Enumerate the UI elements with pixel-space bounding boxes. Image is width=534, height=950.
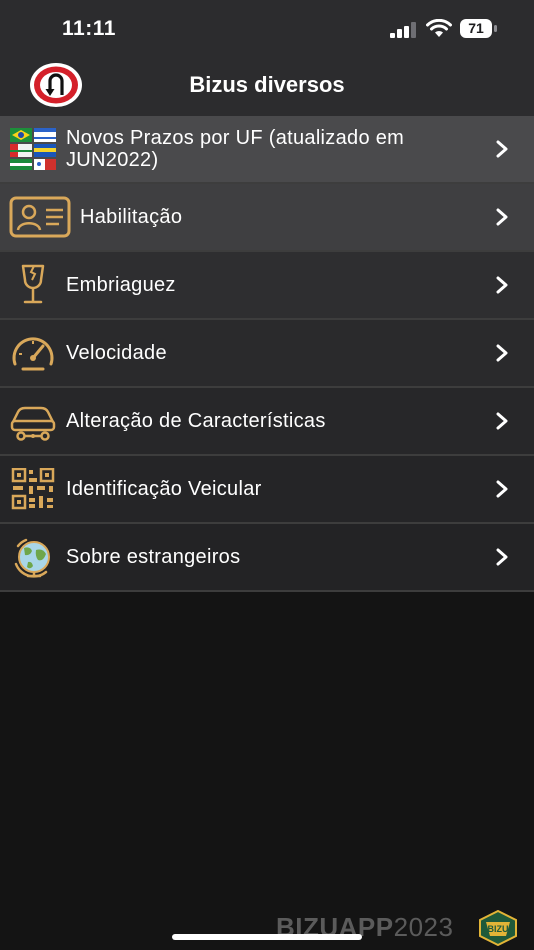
nav-header: Bizus diversos bbox=[0, 58, 534, 116]
menu-item-label: Sobre estrangeiros bbox=[66, 546, 241, 568]
menu-item-embriaguez[interactable]: Embriaguez bbox=[0, 252, 534, 320]
screen: 11:11 71 Bizus diversos Novos Prazos por… bbox=[0, 0, 534, 950]
page-title: Bizus diversos bbox=[189, 72, 345, 97]
chevron-right-icon bbox=[496, 412, 508, 430]
menu-item-identificacao-veicular[interactable]: Identificação Veicular bbox=[0, 456, 534, 524]
status-bar: 11:11 71 bbox=[0, 0, 534, 58]
battery-percent: 71 bbox=[468, 20, 484, 36]
battery-indicator: 71 bbox=[460, 19, 498, 38]
menu-item-sobre-estrangeiros[interactable]: Sobre estrangeiros bbox=[0, 524, 534, 592]
menu-item-velocidade[interactable]: Velocidade bbox=[0, 320, 534, 388]
menu-item-label-line2: JUN2022) bbox=[66, 149, 159, 171]
bizu-badge-text: BIZU bbox=[488, 924, 509, 934]
chevron-right-icon bbox=[496, 480, 508, 498]
menu-item-label: Alteração de Características bbox=[66, 410, 326, 432]
chevron-right-icon bbox=[496, 548, 508, 566]
speedometer-icon bbox=[12, 337, 54, 371]
menu-item-label-line1: Novos Prazos por UF (atualizado em bbox=[66, 127, 405, 149]
status-time: 11:11 bbox=[62, 17, 116, 40]
watermark-year: 2023 bbox=[393, 912, 454, 942]
menu-item-alteracao-caracteristicas[interactable]: Alteração de Características bbox=[0, 388, 534, 456]
menu-item-label: Embriaguez bbox=[66, 274, 176, 296]
wifi-icon bbox=[426, 19, 452, 37]
car-modification-icon bbox=[10, 406, 56, 441]
id-card-icon bbox=[9, 196, 71, 238]
chevron-right-icon bbox=[496, 140, 508, 158]
menu-item-label: Identificação Veicular bbox=[66, 478, 262, 500]
bizu-logo-icon: BIZU bbox=[479, 910, 517, 946]
chevron-right-icon bbox=[496, 344, 508, 362]
chevron-right-icon bbox=[496, 276, 508, 294]
broken-glass-icon bbox=[21, 264, 45, 304]
qr-code-icon bbox=[11, 468, 55, 510]
menu-item-habilitacao[interactable]: Habilitação bbox=[0, 184, 534, 252]
home-indicator[interactable] bbox=[172, 934, 362, 940]
menu-item-label: Velocidade bbox=[66, 342, 167, 364]
state-flags-icon bbox=[10, 128, 56, 170]
menu-item-label: Habilitação bbox=[80, 206, 183, 228]
cellular-signal-icon bbox=[390, 22, 416, 38]
menu-list: Novos Prazos por UF (atualizado em JUN20… bbox=[0, 116, 534, 592]
globe-icon bbox=[14, 538, 50, 578]
menu-item-novos-prazos[interactable]: Novos Prazos por UF (atualizado em JUN20… bbox=[0, 116, 534, 184]
chevron-right-icon bbox=[496, 208, 508, 226]
